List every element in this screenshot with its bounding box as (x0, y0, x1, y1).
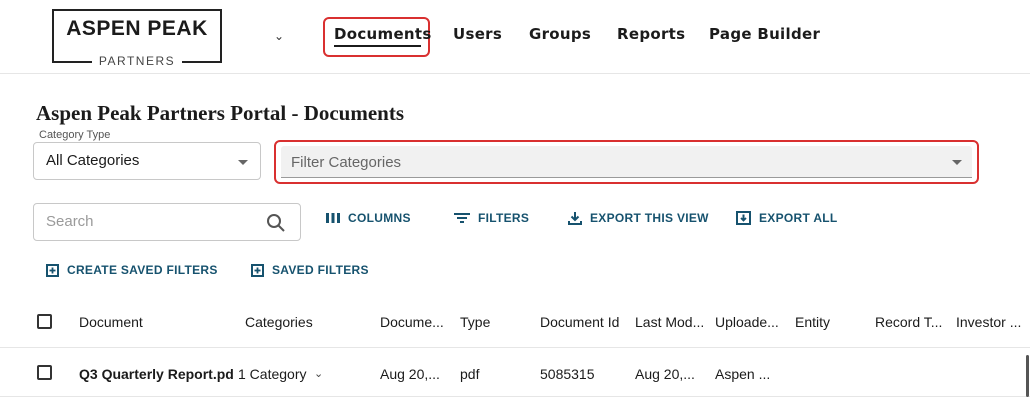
nav-reports[interactable]: Reports (617, 25, 685, 43)
column-header-document-date[interactable]: Docume... (380, 314, 444, 330)
export-icon (568, 212, 582, 225)
dropdown-caret-icon (238, 160, 248, 165)
export-all-button[interactable]: EXPORT ALL (736, 211, 838, 225)
column-header-type[interactable]: Type (460, 314, 490, 330)
export-all-icon (736, 211, 751, 225)
saved-filters-label: SAVED FILTERS (272, 263, 369, 277)
saved-filters-button[interactable]: SAVED FILTERS (251, 263, 369, 277)
category-type-value: All Categories (46, 152, 140, 169)
logo-sub-wrap: PARTNERS (52, 54, 222, 68)
filter-categories-highlight: Filter Categories (274, 140, 979, 184)
export-all-label: EXPORT ALL (759, 211, 838, 225)
column-header-uploaded-by[interactable]: Uploade... (715, 314, 779, 330)
column-header-entity[interactable]: Entity (795, 314, 830, 330)
active-tab-underline (334, 45, 421, 47)
top-header: ASPEN PEAK PARTNERS ⌄ Documents Users Gr… (0, 0, 1030, 74)
company-logo[interactable]: ASPEN PEAK PARTNERS (52, 9, 222, 68)
nav-documents[interactable]: Documents (334, 25, 432, 43)
column-header-record-type[interactable]: Record T... (875, 314, 942, 330)
logo-main-text: ASPEN PEAK (66, 17, 208, 40)
category-type-label: Category Type (37, 129, 113, 141)
create-saved-filters-label: CREATE SAVED FILTERS (67, 263, 218, 277)
search-input[interactable]: Search (33, 203, 301, 241)
filter-categories-select[interactable]: Filter Categories (281, 146, 972, 178)
nav-groups[interactable]: Groups (529, 25, 591, 43)
dropdown-caret-icon (952, 160, 962, 165)
column-header-last-modified[interactable]: Last Mod... (635, 314, 704, 330)
cell-categories: 1 Category (238, 366, 307, 382)
page-title: Aspen Peak Partners Portal - Documents (36, 101, 405, 125)
search-placeholder: Search (46, 213, 94, 230)
export-this-view-label: EXPORT THIS VIEW (590, 211, 709, 225)
columns-label: COLUMNS (348, 211, 411, 225)
filters-label: FILTERS (478, 211, 530, 225)
cell-document-id: 5085315 (540, 366, 595, 382)
row-checkbox[interactable] (37, 365, 52, 380)
create-saved-filters-button[interactable]: CREATE SAVED FILTERS (46, 263, 218, 277)
column-header-document-id[interactable]: Document Id (540, 314, 619, 330)
select-all-checkbox[interactable] (37, 314, 52, 329)
logo-divider-right (182, 61, 222, 63)
column-header-document[interactable]: Document (79, 314, 143, 330)
table-row[interactable]: Q3 Quarterly Report.pd 1 Category ⌄ Aug … (0, 349, 1030, 397)
filter-categories-placeholder: Filter Categories (291, 154, 402, 171)
cell-document-date: Aug 20,... (380, 366, 440, 382)
saved-filter-icon (46, 263, 59, 277)
cell-last-modified: Aug 20,... (635, 366, 695, 382)
chevron-down-icon[interactable]: ⌄ (314, 367, 323, 380)
column-header-investor[interactable]: Investor ... (956, 314, 1021, 330)
cell-uploaded-by: Aspen ... (715, 366, 771, 382)
category-type-select[interactable]: All Categories (33, 142, 261, 180)
search-icon[interactable] (266, 213, 286, 233)
nav-page-builder[interactable]: Page Builder (709, 25, 820, 43)
column-header-categories[interactable]: Categories (245, 314, 313, 330)
nav-users[interactable]: Users (453, 25, 502, 43)
vertical-scrollbar[interactable] (1026, 355, 1029, 397)
export-this-view-button[interactable]: EXPORT THIS VIEW (568, 211, 709, 225)
columns-icon (326, 213, 340, 223)
columns-button[interactable]: COLUMNS (326, 211, 411, 225)
cell-document[interactable]: Q3 Quarterly Report.pd (79, 366, 234, 382)
saved-filter-icon (251, 263, 264, 277)
filter-icon (454, 213, 470, 223)
table-header-row: Document Categories Docume... Type Docum… (0, 296, 1030, 348)
filters-button[interactable]: FILTERS (454, 211, 529, 225)
chevron-down-icon[interactable]: ⌄ (274, 29, 284, 43)
cell-type: pdf (460, 366, 480, 382)
